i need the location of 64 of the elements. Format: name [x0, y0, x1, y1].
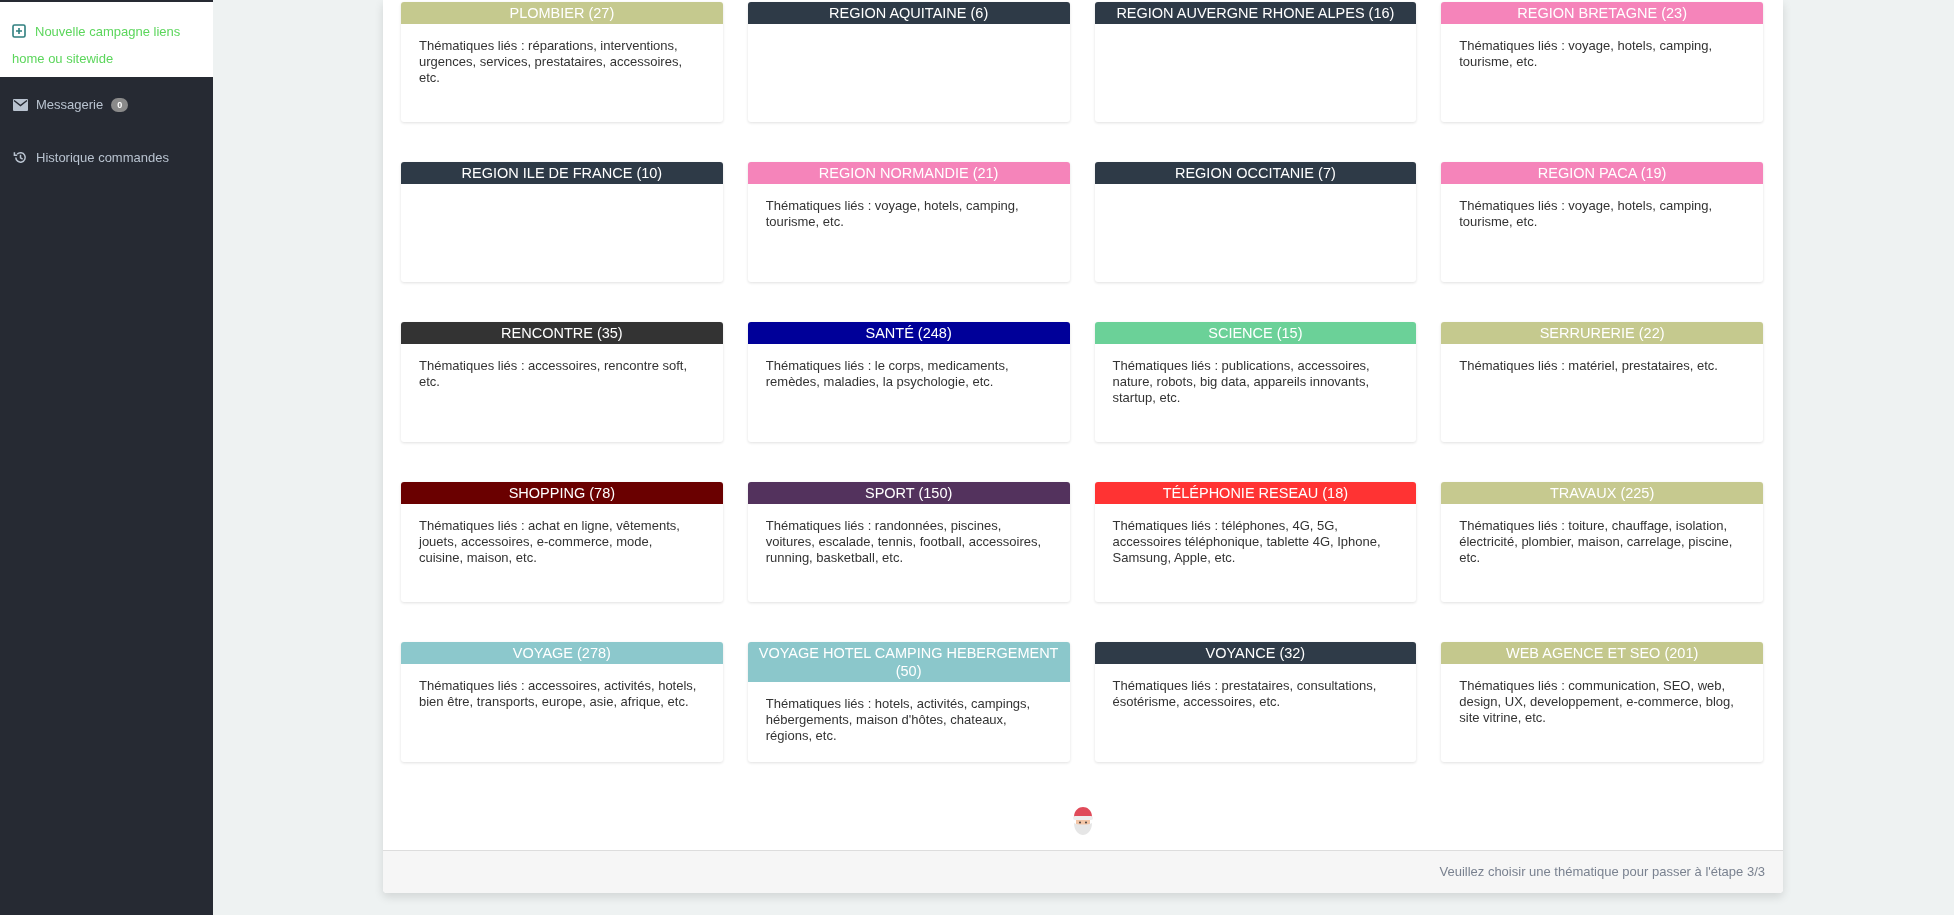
theme-card[interactable]: SHOPPING (78) Thématiques liés : achat en ligne, vêtements, jouets, accessoires, e-commerce, mode, cuisine, maison, etc. — [401, 482, 723, 602]
card-description: Thématiques liés : accessoires, activités, hotels, bien être, transports, europe, asie, afrique, etc. — [418, 677, 698, 710]
card-title: REGION ILE DE FRANCE (10) — [401, 162, 723, 184]
theme-card[interactable]: SERRURERIE (22) Thématiques liés : matériel, prestataires, etc. — [1441, 322, 1763, 442]
theme-card[interactable]: REGION PACA (19) Thématiques liés : voyage, hotels, camping, tourisme, etc. — [1441, 162, 1763, 282]
theme-card[interactable]: REGION OCCITANIE (7) — [1094, 162, 1417, 282]
sidebar-item[interactable]: Historique commandes — [0, 147, 213, 167]
sidebar-item[interactable]: Messagerie 0 — [0, 95, 213, 115]
card-description: Thématiques liés : voyage, hotels, camping, tourisme, etc. — [1458, 197, 1714, 230]
card-description: Thématiques liés : téléphones, 4G, 5G, accessoires téléphonique, tablette 4G, Iphone, Samsung, Apple, etc. — [1111, 517, 1382, 566]
card-title: REGION NORMANDIE (21) — [747, 162, 1070, 184]
card-description: Thématiques liés : matériel, prestataires, etc. — [1458, 357, 1719, 374]
card-description: Thématiques liés : toiture, chauffage, isolation, électricité, plombier, maison, carrelage, piscine, etc. — [1458, 517, 1734, 566]
card-title: VOYAGE (278) — [401, 642, 723, 664]
theme-card[interactable]: PLOMBIER (27) Thématiques liés : réparations, interventions, urgences, services, prestataires, accessoires, etc. — [401, 2, 723, 122]
card-description: Thématiques liés : voyage, hotels, camping, tourisme, etc. — [764, 197, 1020, 230]
card-description: Thématiques liés : hotels, activités, campings, hébergements, maison d'hôtes, chateaux, régions, etc. — [764, 695, 1032, 744]
card-title: RENCONTRE (35) — [401, 322, 723, 344]
card-title: WEB AGENCE ET SEO (201) — [1441, 642, 1763, 664]
history-icon — [13, 149, 28, 165]
santa-face-icon — [1070, 806, 1096, 836]
card-title: TRAVAUX (225) — [1441, 482, 1763, 504]
theme-card[interactable]: REGION BRETAGNE (23) Thématiques liés : voyage, hotels, camping, tourisme, etc. — [1441, 2, 1763, 122]
card-description: Thématiques liés : communication, SEO, web, design, UX, developpement, e-commerce, blog, site vitrine, etc. — [1458, 677, 1735, 726]
card-title: REGION AUVERGNE RHONE ALPES (16) — [1094, 2, 1417, 24]
card-description: Thématiques liés : voyage, hotels, camping, tourisme, etc. — [1458, 37, 1714, 70]
card-title: PLOMBIER (27) — [401, 2, 723, 24]
card-title: SANTÉ (248) — [747, 322, 1070, 344]
card-title: REGION OCCITANIE (7) — [1094, 162, 1417, 184]
card-description: Thématiques liés : prestataires, consultations, ésotérisme, accessoires, etc. — [1111, 677, 1378, 710]
card-title: SERRURERIE (22) — [1441, 322, 1763, 344]
theme-card[interactable]: VOYAGE HOTEL CAMPING HEBERGEMENT (50) Thématiques liés : hotels, activités, campings, hébergements, maison d'hôtes, chateaux, régions, etc. — [747, 642, 1070, 762]
card-description: Thématiques liés : randonnées, piscines, voitures, escalade, tennis, football, accessoires, running, basketball, etc. — [764, 517, 1043, 566]
card-title: REGION AQUITAINE (6) — [747, 2, 1070, 24]
theme-card[interactable]: SPORT (150) Thématiques liés : randonnées, piscines, voitures, escalade, tennis, football, accessoires, running, basketball, etc. — [747, 482, 1070, 602]
count-badge: 0 — [111, 97, 129, 112]
theme-card[interactable]: REGION ILE DE FRANCE (10) — [401, 162, 723, 282]
theme-card[interactable]: RENCONTRE (35) Thématiques liés : accessoires, rencontre soft, etc. — [401, 322, 723, 442]
card-title: SCIENCE (15) — [1094, 322, 1417, 344]
card-description: Thématiques liés : le corps, medicaments, remèdes, maladies, la psychologie, etc. — [764, 357, 1010, 390]
card-description: Thématiques liés : achat en ligne, vêtements, jouets, accessoires, e-commerce, mode, cuisine, maison, etc. — [417, 517, 681, 566]
theme-card[interactable]: TRAVAUX (225) Thématiques liés : toiture, chauffage, isolation, électricité, plombier, maison, carrelage, piscine, etc. — [1441, 482, 1763, 602]
theme-card[interactable]: VOYANCE (32) Thématiques liés : prestataires, consultations, ésotérisme, accessoires, etc. — [1094, 642, 1417, 762]
card-title: TÉLÉPHONIE RESEAU (18) — [1094, 482, 1417, 504]
plus-square-icon — [12, 24, 26, 38]
theme-card[interactable]: SCIENCE (15) Thématiques liés : publications, accessoires, nature, robots, big data, appareils innovants, startup, etc. — [1094, 322, 1417, 442]
theme-card[interactable]: TÉLÉPHONIE RESEAU (18) Thématiques liés : téléphones, 4G, 5G, accessoires téléphonique, tablette 4G, Iphone, Samsung, Apple, etc. — [1094, 482, 1417, 602]
card-description: Thématiques liés : publications, accessoires, nature, robots, big data, appareils innovants, startup, etc. — [1111, 357, 1371, 406]
card-title: REGION PACA (19) — [1441, 162, 1763, 184]
theme-card[interactable]: WEB AGENCE ET SEO (201) Thématiques liés : communication, SEO, web, design, UX, developpement, e-commerce, blog, site vitrine, etc. — [1441, 642, 1763, 762]
envelope-icon — [13, 98, 28, 111]
footer-text: Veuillez choisir une thématique pour passer à l'étape 3/3 — [1439, 863, 1765, 882]
card-title: SHOPPING (78) — [401, 482, 723, 504]
theme-card[interactable]: REGION AUVERGNE RHONE ALPES (16) — [1094, 2, 1417, 122]
card-title: VOYAGE HOTEL CAMPING HEBERGEMENT (50) — [747, 642, 1070, 682]
theme-card[interactable]: REGION AQUITAINE (6) — [747, 2, 1070, 122]
card-title: VOYANCE (32) — [1094, 642, 1417, 664]
card-description: Thématiques liés : réparations, interventions, urgences, services, prestataires, accessoires, etc. — [418, 37, 683, 86]
theme-card[interactable]: REGION NORMANDIE (21) Thématiques liés : voyage, hotels, camping, tourisme, etc. — [747, 162, 1070, 282]
theme-card[interactable]: SANTÉ (248) Thématiques liés : le corps, medicaments, remèdes, maladies, la psychologie, etc. — [747, 322, 1070, 442]
card-title: SPORT (150) — [747, 482, 1070, 504]
theme-card[interactable]: VOYAGE (278) Thématiques liés : accessoires, activités, hotels, bien être, transports, europe, asie, afrique, etc. — [401, 642, 723, 762]
card-description: Thématiques liés : accessoires, rencontre soft, etc. — [418, 357, 689, 390]
card-title: REGION BRETAGNE (23) — [1441, 2, 1763, 24]
